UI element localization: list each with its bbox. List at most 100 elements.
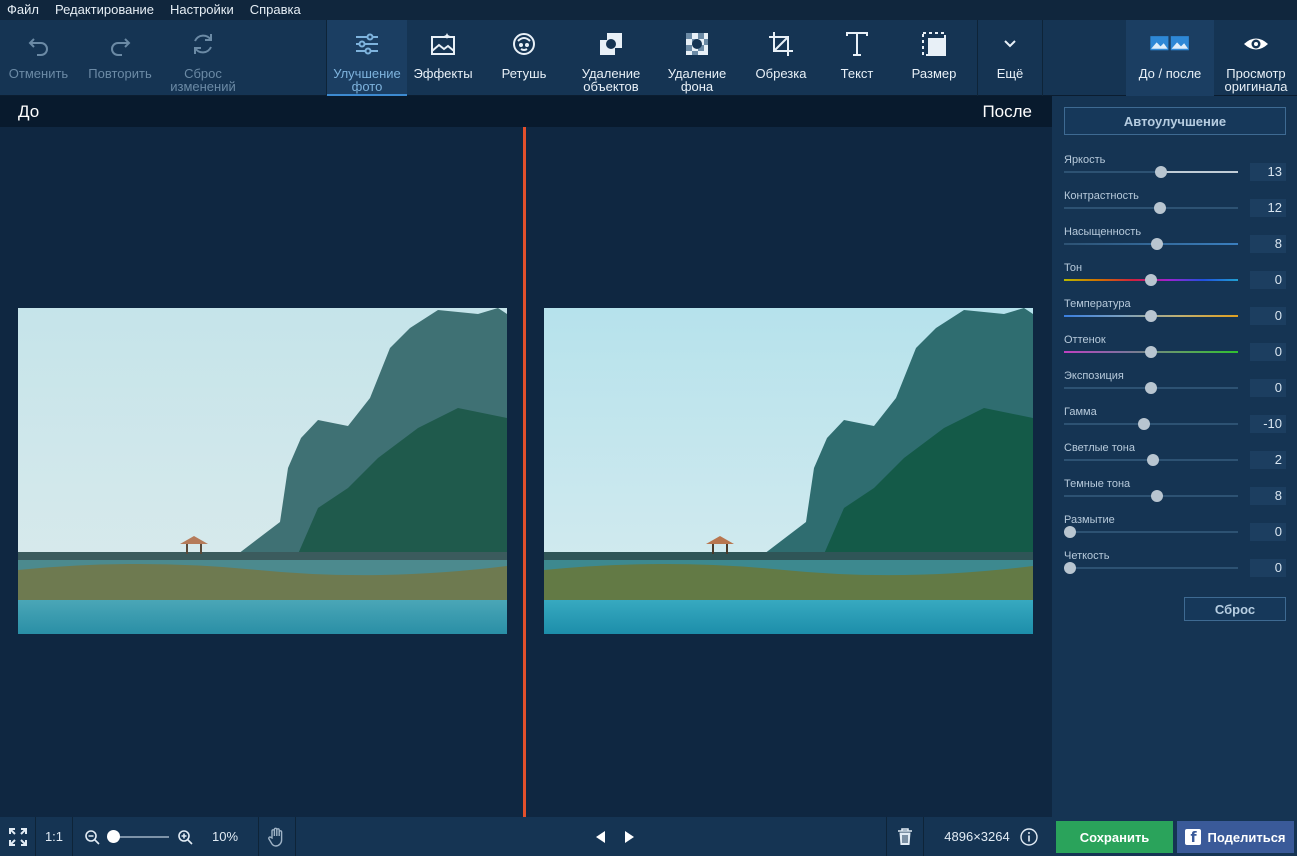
facebook-icon: f xyxy=(1185,829,1202,845)
slider-value[interactable]: 0 xyxy=(1250,271,1286,289)
before-after-icon xyxy=(1144,29,1196,59)
slider-handle[interactable] xyxy=(1150,238,1163,250)
slider-value[interactable]: 0 xyxy=(1250,523,1286,541)
tab-text[interactable]: Текст xyxy=(822,20,892,96)
slider-handle[interactable] xyxy=(1150,490,1163,502)
slider-track[interactable] xyxy=(1064,207,1238,209)
slider-label: Насыщенность xyxy=(1064,226,1142,238)
slider-handle[interactable] xyxy=(1064,562,1076,574)
slider-handle[interactable] xyxy=(1137,418,1150,430)
slider-value[interactable]: 2 xyxy=(1250,451,1286,469)
tab-effects-label: Эффекты xyxy=(413,66,473,81)
slider-row: Размытие 0 xyxy=(1064,514,1286,550)
share-label: Поделиться xyxy=(1207,829,1286,845)
view-original-label: Просмотр оригинала xyxy=(1224,66,1288,94)
slider-value[interactable]: -10 xyxy=(1250,415,1286,433)
slider-row: Температура 0 xyxy=(1064,298,1286,334)
before-after-button[interactable]: До / после xyxy=(1126,20,1214,96)
slider-row: Оттенок 0 xyxy=(1064,334,1286,370)
image-canvas[interactable] xyxy=(0,127,1052,817)
slider-handle[interactable] xyxy=(1145,310,1157,322)
slider-handle[interactable] xyxy=(1146,454,1159,466)
slider-track[interactable] xyxy=(1064,567,1238,569)
tab-effects[interactable]: Эффекты xyxy=(407,20,479,96)
before-after-divider[interactable] xyxy=(523,127,526,817)
trash-icon xyxy=(898,827,912,845)
undo-button[interactable]: Отменить xyxy=(0,20,77,96)
slider-value[interactable]: 12 xyxy=(1250,199,1286,217)
zoom-out-button[interactable] xyxy=(81,817,103,856)
sliders-icon xyxy=(352,29,382,59)
slider-value[interactable]: 0 xyxy=(1250,343,1286,361)
menu-help[interactable]: Справка xyxy=(242,0,309,20)
reset-button[interactable]: Сброс xyxy=(1184,597,1286,621)
undo-label: Отменить xyxy=(8,66,69,81)
redo-icon xyxy=(105,29,135,59)
zoom-in-button[interactable] xyxy=(174,817,196,856)
menu-bar: Файл Редактирование Настройки Справка xyxy=(0,0,1297,20)
refresh-icon xyxy=(188,29,218,59)
before-after-label: До / после xyxy=(1138,66,1202,81)
slider-label: Экспозиция xyxy=(1064,370,1124,382)
next-image-button[interactable] xyxy=(618,817,642,856)
slider-value[interactable]: 0 xyxy=(1250,307,1286,325)
tab-enhance[interactable]: Улучшение фото xyxy=(327,20,407,96)
share-button[interactable]: f Поделиться xyxy=(1177,821,1294,853)
tab-resize[interactable]: Размер xyxy=(898,20,970,96)
slider-handle[interactable] xyxy=(1145,382,1157,394)
more-button[interactable]: Ещё xyxy=(978,20,1042,96)
fullscreen-button[interactable] xyxy=(0,817,35,856)
tab-crop[interactable]: Обрезка xyxy=(744,20,818,96)
slider-handle[interactable] xyxy=(1064,526,1076,538)
fullscreen-icon xyxy=(8,827,27,846)
slider-value[interactable]: 13 xyxy=(1250,163,1286,181)
reset-changes-button[interactable]: Сброс изменений xyxy=(164,20,242,96)
slider-track[interactable] xyxy=(1064,531,1238,533)
slider-label: Четкость xyxy=(1064,550,1110,562)
tab-remove-background[interactable]: Удаление фона xyxy=(657,20,737,96)
redo-button[interactable]: Повторить xyxy=(80,20,160,96)
slider-label: Температура xyxy=(1064,298,1131,310)
after-label: После xyxy=(982,102,1032,121)
slider-row: Яркость 13 xyxy=(1064,154,1286,190)
zoom-in-icon xyxy=(178,829,193,845)
slider-row: Светлые тона 2 xyxy=(1064,442,1286,478)
tab-enhance-label: Улучшение фото xyxy=(333,66,401,94)
slider-handle[interactable] xyxy=(1145,274,1157,286)
slider-value[interactable]: 0 xyxy=(1250,379,1286,397)
remove-background-icon xyxy=(682,29,712,59)
slider-value[interactable]: 8 xyxy=(1250,487,1286,505)
tab-remove-objects[interactable]: Удаление объектов xyxy=(571,20,651,96)
auto-enhance-button[interactable]: Автоулучшение xyxy=(1064,107,1286,135)
zoom-slider-handle[interactable] xyxy=(107,830,120,843)
slider-value[interactable]: 8 xyxy=(1250,235,1286,253)
previous-image-button[interactable] xyxy=(588,817,612,856)
slider-value[interactable]: 0 xyxy=(1250,559,1286,577)
delete-button[interactable] xyxy=(887,817,923,856)
slider-row: Контрастность 12 xyxy=(1064,190,1286,226)
slider-track[interactable] xyxy=(1064,171,1238,173)
image-resolution: 4896×3264 xyxy=(944,829,1010,844)
zoom-slider[interactable] xyxy=(113,836,169,838)
save-button[interactable]: Сохранить xyxy=(1056,821,1173,853)
view-original-button[interactable]: Просмотр оригинала xyxy=(1216,20,1296,96)
slider-row: Экспозиция 0 xyxy=(1064,370,1286,406)
triangle-left-icon xyxy=(596,830,605,843)
adjustments-panel: Автоулучшение Яркость 13 Контрастность 12 На… xyxy=(1052,96,1297,817)
slider-label: Контрастность xyxy=(1064,190,1139,202)
slider-handle[interactable] xyxy=(1145,346,1157,358)
menu-edit[interactable]: Редактирование xyxy=(47,0,162,20)
menu-file[interactable]: Файл xyxy=(0,0,47,20)
tab-retouch[interactable]: Ретушь xyxy=(485,20,563,96)
pan-tool-button[interactable] xyxy=(259,817,295,856)
eye-icon xyxy=(1241,29,1271,59)
info-button[interactable] xyxy=(1018,817,1040,856)
slider-handle[interactable] xyxy=(1154,166,1167,178)
menu-settings[interactable]: Настройки xyxy=(162,0,242,20)
slider-handle[interactable] xyxy=(1153,202,1166,214)
tab-retouch-label: Ретушь xyxy=(501,66,547,81)
slider-label: Оттенок xyxy=(1064,334,1106,346)
actual-size-button[interactable]: 1:1 xyxy=(36,817,72,856)
slider-track[interactable] xyxy=(1064,423,1238,425)
zoom-level: 10% xyxy=(211,829,239,844)
